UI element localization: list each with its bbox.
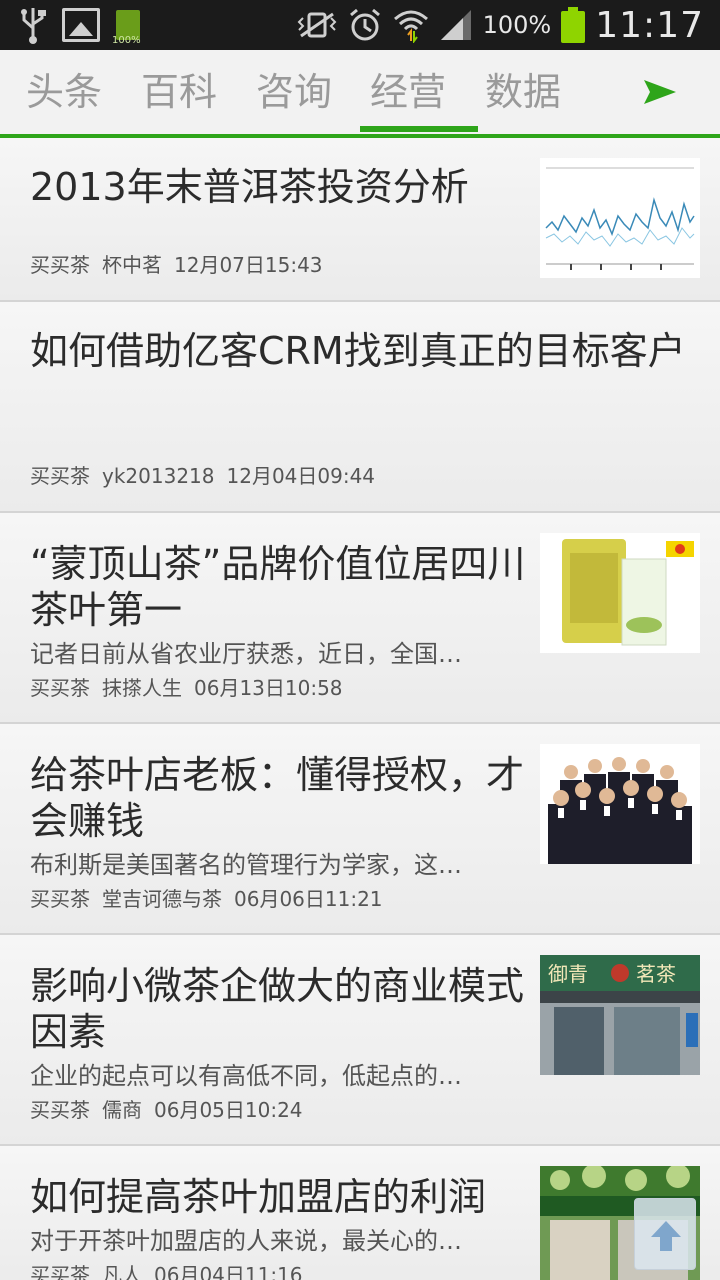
group-photo-thumbnail <box>540 744 700 864</box>
article-title: 给茶叶店老板：懂得授权，才会赚钱 <box>30 753 525 843</box>
article-source: 买买茶 <box>30 676 90 700</box>
article-title: 2013年末普洱茶投资分析 <box>30 165 469 209</box>
article-summary: 记者日前从省农业厅获悉，近日，全国… <box>30 640 462 668</box>
battery-icon <box>561 7 586 43</box>
tea-package-thumbnail <box>540 533 700 653</box>
article-author: 杯中茗 <box>102 253 162 277</box>
article-author: yk2013218 <box>102 464 215 488</box>
list-item[interactable]: 如何借助亿客CRM找到真正的目标客户 买买茶 yk2013218 12月04日09:… <box>0 302 720 513</box>
next-tabs-arrow-icon[interactable] <box>642 74 678 110</box>
storefront-thumbnail: 御青 茗茶 <box>540 955 700 1075</box>
status-bar: 100% 100% 11:17 <box>0 0 720 50</box>
article-summary: 对于开茶叶加盟店的人来说，最关心的… <box>30 1227 462 1255</box>
article-title: 如何提高茶叶加盟店的利润 <box>30 1175 487 1219</box>
battery-full-notification-icon: 100% <box>112 6 144 46</box>
alarm-icon <box>349 8 380 41</box>
article-source: 买买茶 <box>30 887 90 911</box>
scroll-to-top-button[interactable] <box>634 1198 696 1270</box>
article-source: 买买茶 <box>30 1263 90 1280</box>
thumbnail-sign-text: 茗茶 <box>636 962 676 986</box>
article-title: “蒙顶山茶”品牌价值位居四川茶叶第一 <box>30 542 526 632</box>
arrow-up-icon <box>651 1221 681 1251</box>
usb-icon <box>21 8 46 44</box>
list-item[interactable]: 如何提高茶叶加盟店的利润 对于开茶叶加盟店的人来说，最关心的… 买买茶 凡人 06月… <box>0 1146 720 1280</box>
signal-icon <box>440 10 471 40</box>
battery-percent: 100% <box>482 11 552 39</box>
article-list: 2013年末普洱茶投资分析 买买茶 杯中茗 12月07日15:43 如何借助亿客CR… <box>0 138 720 1280</box>
list-item[interactable]: 影响小微茶企做大的商业模式因素 企业的起点可以有高低不同，低起点的… 买买茶 儒商… <box>0 935 720 1146</box>
wifi-icon <box>393 10 428 43</box>
article-meta: 买买茶 杯中茗 12月07日15:43 <box>30 252 335 278</box>
category-tab-bar: 头条 百科 咨询 经营 数据 <box>0 50 720 138</box>
article-source: 买买茶 <box>30 1098 90 1122</box>
article-author: 抹搽人生 <box>102 676 182 700</box>
article-summary: 布利斯是美国著名的管理行为学家，这… <box>30 851 462 879</box>
article-author: 儒商 <box>102 1098 142 1122</box>
tab-encyclopedia[interactable]: 百科 <box>141 66 217 118</box>
tab-consulting[interactable]: 咨询 <box>256 66 332 118</box>
article-meta: 买买茶 凡人 06月04日11:16 <box>30 1262 315 1280</box>
thumbnail-sign-text: 御青 <box>548 962 588 986</box>
article-meta: 买买茶 儒商 06月05日10:24 <box>30 1097 315 1123</box>
article-time: 06月06日11:21 <box>234 887 383 911</box>
article-time: 06月05日10:24 <box>154 1098 303 1122</box>
chart-thumbnail <box>540 158 700 278</box>
article-meta: 买买茶 堂吉诃德与茶 06月06日11:21 <box>30 886 395 912</box>
tab-business[interactable]: 经营 <box>359 66 479 132</box>
article-title: 影响小微茶企做大的商业模式因素 <box>30 964 525 1054</box>
list-item[interactable]: “蒙顶山茶”品牌价值位居四川茶叶第一 记者日前从省农业厅获悉，近日，全国… 买买… <box>0 513 720 724</box>
list-item[interactable]: 给茶叶店老板：懂得授权，才会赚钱 布利斯是美国著名的管理行为学家，这… 买买茶堂… <box>0 724 720 935</box>
clock: 11:17 <box>595 4 704 46</box>
article-meta: 买买茶 抹搽人生 06月13日10:58 <box>30 675 355 701</box>
article-source: 买买茶 <box>30 253 90 277</box>
article-time: 12月07日15:43 <box>174 253 323 277</box>
article-meta: 买买茶 yk2013218 12月04日09:44 <box>30 463 387 489</box>
article-time: 12月04日09:44 <box>226 464 376 488</box>
tab-headlines[interactable]: 头条 <box>26 66 102 118</box>
gallery-icon <box>62 8 100 42</box>
article-source: 买买茶 <box>30 464 90 488</box>
article-author: 凡人 <box>102 1263 142 1280</box>
article-time: 06月13日10:58 <box>194 676 343 700</box>
article-author: 堂吉诃德与茶 <box>102 887 222 911</box>
article-time: 06月04日11:16 <box>154 1263 303 1280</box>
list-item[interactable]: 2013年末普洱茶投资分析 买买茶 杯中茗 12月07日15:43 <box>0 138 720 302</box>
article-summary: 企业的起点可以有高低不同，低起点的… <box>30 1062 462 1090</box>
tab-data[interactable]: 数据 <box>485 66 561 118</box>
vibrate-icon <box>297 12 337 38</box>
article-title: 如何借助亿客CRM找到真正的目标客户 <box>30 329 686 373</box>
